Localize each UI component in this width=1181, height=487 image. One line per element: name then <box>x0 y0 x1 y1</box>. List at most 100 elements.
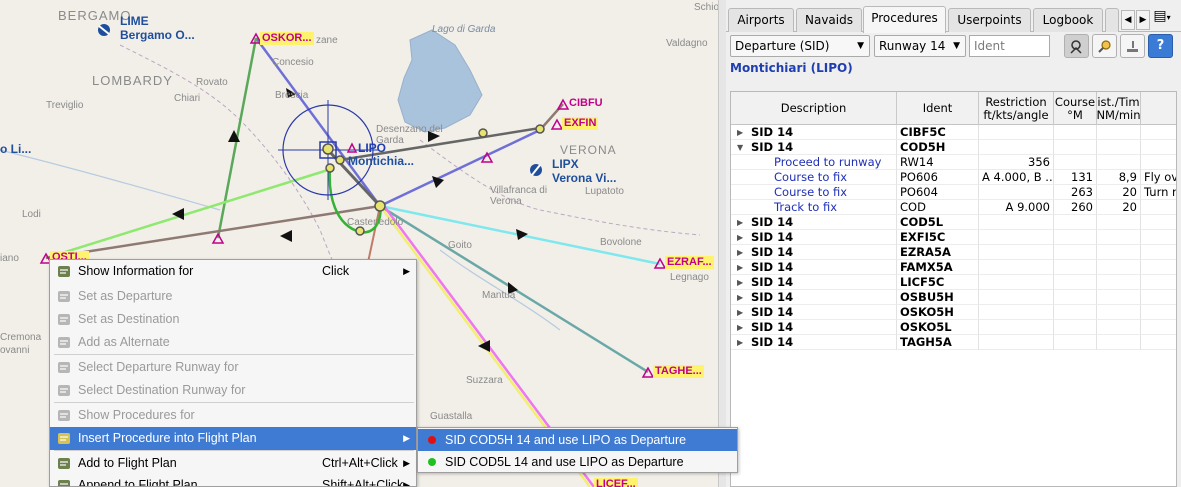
table-row[interactable]: ▶ SID 14 EZRA5A <box>731 245 1176 260</box>
status-dot-icon <box>428 458 436 466</box>
menu-item-destination-runway[interactable]: Select Destination Runway for <box>50 379 416 402</box>
map-label-lime-name[interactable]: Bergamo O... <box>120 28 195 42</box>
map-label-lipx-name[interactable]: Verona Vi... <box>552 171 616 185</box>
table-cell-remarks <box>1141 230 1176 245</box>
fix-label-exfin[interactable]: EXFIN <box>562 117 599 130</box>
column-header-restriction[interactable]: Restriction ft/kts/angle <box>979 92 1054 125</box>
procedure-table[interactable]: Description Ident Restriction ft/kts/ang… <box>730 91 1177 487</box>
tab-navaids[interactable]: Navaids <box>796 8 862 32</box>
tab-procedures[interactable]: Procedures <box>863 6 946 33</box>
table-row[interactable]: Course to fix PO606 A 4.000, B ... 131 8,9 Fl… <box>731 170 1176 185</box>
tab-logbook[interactable]: Logbook <box>1033 8 1103 32</box>
map-label-lipo-code[interactable]: LIPO <box>358 141 386 155</box>
splitter-handle[interactable] <box>718 0 726 487</box>
fix-label-ezraf[interactable]: EZRAF... <box>665 256 714 269</box>
fix-label-oskor[interactable]: OSKOR... <box>260 32 314 45</box>
waypoint <box>355 226 365 236</box>
table-cell-remarks <box>1141 320 1176 335</box>
tab-airports[interactable]: Airports <box>728 8 794 32</box>
table-row[interactable]: ▶ SID 14 CIBF5C <box>731 125 1176 140</box>
table-row[interactable]: ▶ SID 14 FAMX5A <box>731 260 1176 275</box>
map-label-lo-left[interactable]: o Li... <box>0 142 31 156</box>
menu-item-info[interactable]: Show Information for Click ▶ <box>50 260 416 283</box>
menu-item-append-flightplan[interactable]: Append to Flight Plan Shift+Alt+Click ▶ <box>50 474 416 487</box>
search-icon[interactable] <box>1092 34 1117 58</box>
table-cell-dist <box>1097 245 1141 260</box>
table-row[interactable]: ▼ SID 14 COD5H <box>731 140 1176 155</box>
submenu-arrow-icon: ▶ <box>403 266 410 276</box>
help-icon[interactable]: ? <box>1148 34 1173 58</box>
table-row[interactable]: Track to fix COD A 9.000 260 20 <box>731 200 1176 215</box>
table-row[interactable]: ▶ SID 14 TAGH5A <box>731 335 1176 350</box>
menu-item-destination[interactable]: Set as Destination <box>50 308 416 331</box>
submenu-item-procedure[interactable]: SID COD5L 14 and use LIPO as Departure <box>418 451 737 473</box>
fix-label-cibfu[interactable]: CIBFU <box>569 97 603 109</box>
map-label-lime-code[interactable]: LIME <box>120 14 149 28</box>
table-cell-restr: 356 <box>979 155 1054 170</box>
table-cell-ident: COD5L <box>897 215 979 230</box>
table-row[interactable]: ▶ SID 14 COD5L <box>731 215 1176 230</box>
panel-menu-icon[interactable]: ▤▾ <box>1146 6 1178 28</box>
table-cell-dist <box>1097 155 1141 170</box>
airport-lime-symbol <box>98 24 110 36</box>
table-row[interactable]: ▶ SID 14 OSBU5H <box>731 290 1176 305</box>
table-row[interactable]: ▶ SID 14 OSKO5H <box>731 305 1176 320</box>
table-cell-restr <box>979 335 1054 350</box>
table-cell-restr <box>979 260 1054 275</box>
alternate-icon <box>57 335 72 350</box>
procedure-type-select[interactable]: Departure (SID) ▼ <box>730 35 870 57</box>
menu-item-departure[interactable]: Set as Departure <box>50 285 416 308</box>
table-cell-remarks <box>1141 125 1176 140</box>
column-header-remarks[interactable] <box>1141 92 1176 125</box>
menu-item-label: Set as Destination <box>78 312 180 326</box>
table-cell-restr <box>979 185 1054 200</box>
table-cell-course: 260 <box>1054 200 1097 215</box>
table-cell-desc: SID 14 <box>731 215 897 230</box>
map-label-lipx-code[interactable]: LIPX <box>552 157 579 171</box>
route-line <box>45 204 381 260</box>
map-label-lipo-name[interactable]: Montichia... <box>348 154 414 168</box>
fix-label-taghe[interactable]: TAGHE... <box>653 365 704 378</box>
table-cell-remarks <box>1141 290 1176 305</box>
procedures-icon <box>57 408 72 423</box>
table-row[interactable]: ▶ SID 14 OSKO5L <box>731 320 1176 335</box>
column-header-distance[interactable]: ist./Tim NM/min <box>1097 92 1141 125</box>
map-label-verona: VERONA <box>560 143 617 157</box>
ident-input[interactable] <box>969 35 1050 57</box>
context-menu: Show Information for Click ▶ Set as Departu… <box>49 259 417 487</box>
column-header-course[interactable]: Course °M <box>1054 92 1097 125</box>
waypoint <box>478 128 488 138</box>
tab-scroll-left-icon[interactable]: ◀ <box>1121 10 1135 30</box>
clear-selection-icon[interactable] <box>1120 34 1145 58</box>
river <box>0 149 221 211</box>
map-label-zane: zane <box>316 35 338 46</box>
column-header-description[interactable]: Description <box>731 92 897 125</box>
table-row[interactable]: ▶ SID 14 EXFI5C <box>731 230 1176 245</box>
table-row[interactable]: Proceed to runway RW14 356 <box>731 155 1176 170</box>
table-cell-desc: SID 14 <box>731 260 897 275</box>
submenu-item-procedure[interactable]: SID COD5H 14 and use LIPO as Departure <box>418 429 737 451</box>
menu-item-procedures[interactable]: Show Procedures for <box>50 404 416 427</box>
map-label-legnago: Legnago <box>670 272 709 283</box>
table-cell-remarks: Fly ov <box>1141 170 1176 185</box>
table-row[interactable]: ▶ SID 14 LICF5C <box>731 275 1176 290</box>
table-cell-ident: EXFI5C <box>897 230 979 245</box>
airport-title: Montichiari (LIPO) <box>730 61 853 75</box>
menu-item-shortcut: Shift+Alt+Click <box>322 478 404 487</box>
table-cell-ident: PO606 <box>897 170 979 185</box>
follow-selection-icon[interactable] <box>1064 34 1089 58</box>
menu-item-alternate[interactable]: Add as Alternate <box>50 331 416 354</box>
fix-label-licef[interactable]: LICEF... <box>594 478 638 487</box>
menu-item-insert-procedure[interactable]: Insert Procedure into Flight Plan ▶ <box>50 427 416 450</box>
menu-item-departure-runway[interactable]: Select Departure Runway for <box>50 356 416 379</box>
runway-select[interactable]: Runway 14 ▼ <box>874 35 966 57</box>
tab-more[interactable] <box>1105 8 1119 32</box>
menu-item-add-flightplan[interactable]: Add to Flight Plan Ctrl+Alt+Click ▶ <box>50 452 416 475</box>
column-header-ident[interactable]: Ident <box>897 92 979 125</box>
menu-item-label: Select Destination Runway for <box>78 383 246 397</box>
table-row[interactable]: Course to fix PO604 263 20 Turn r <box>731 185 1176 200</box>
table-cell-remarks: Turn r <box>1141 185 1176 200</box>
tab-userpoints[interactable]: Userpoints <box>948 8 1031 32</box>
table-cell-desc: Course to fix <box>731 185 897 200</box>
table-cell-desc: Proceed to runway <box>731 155 897 170</box>
